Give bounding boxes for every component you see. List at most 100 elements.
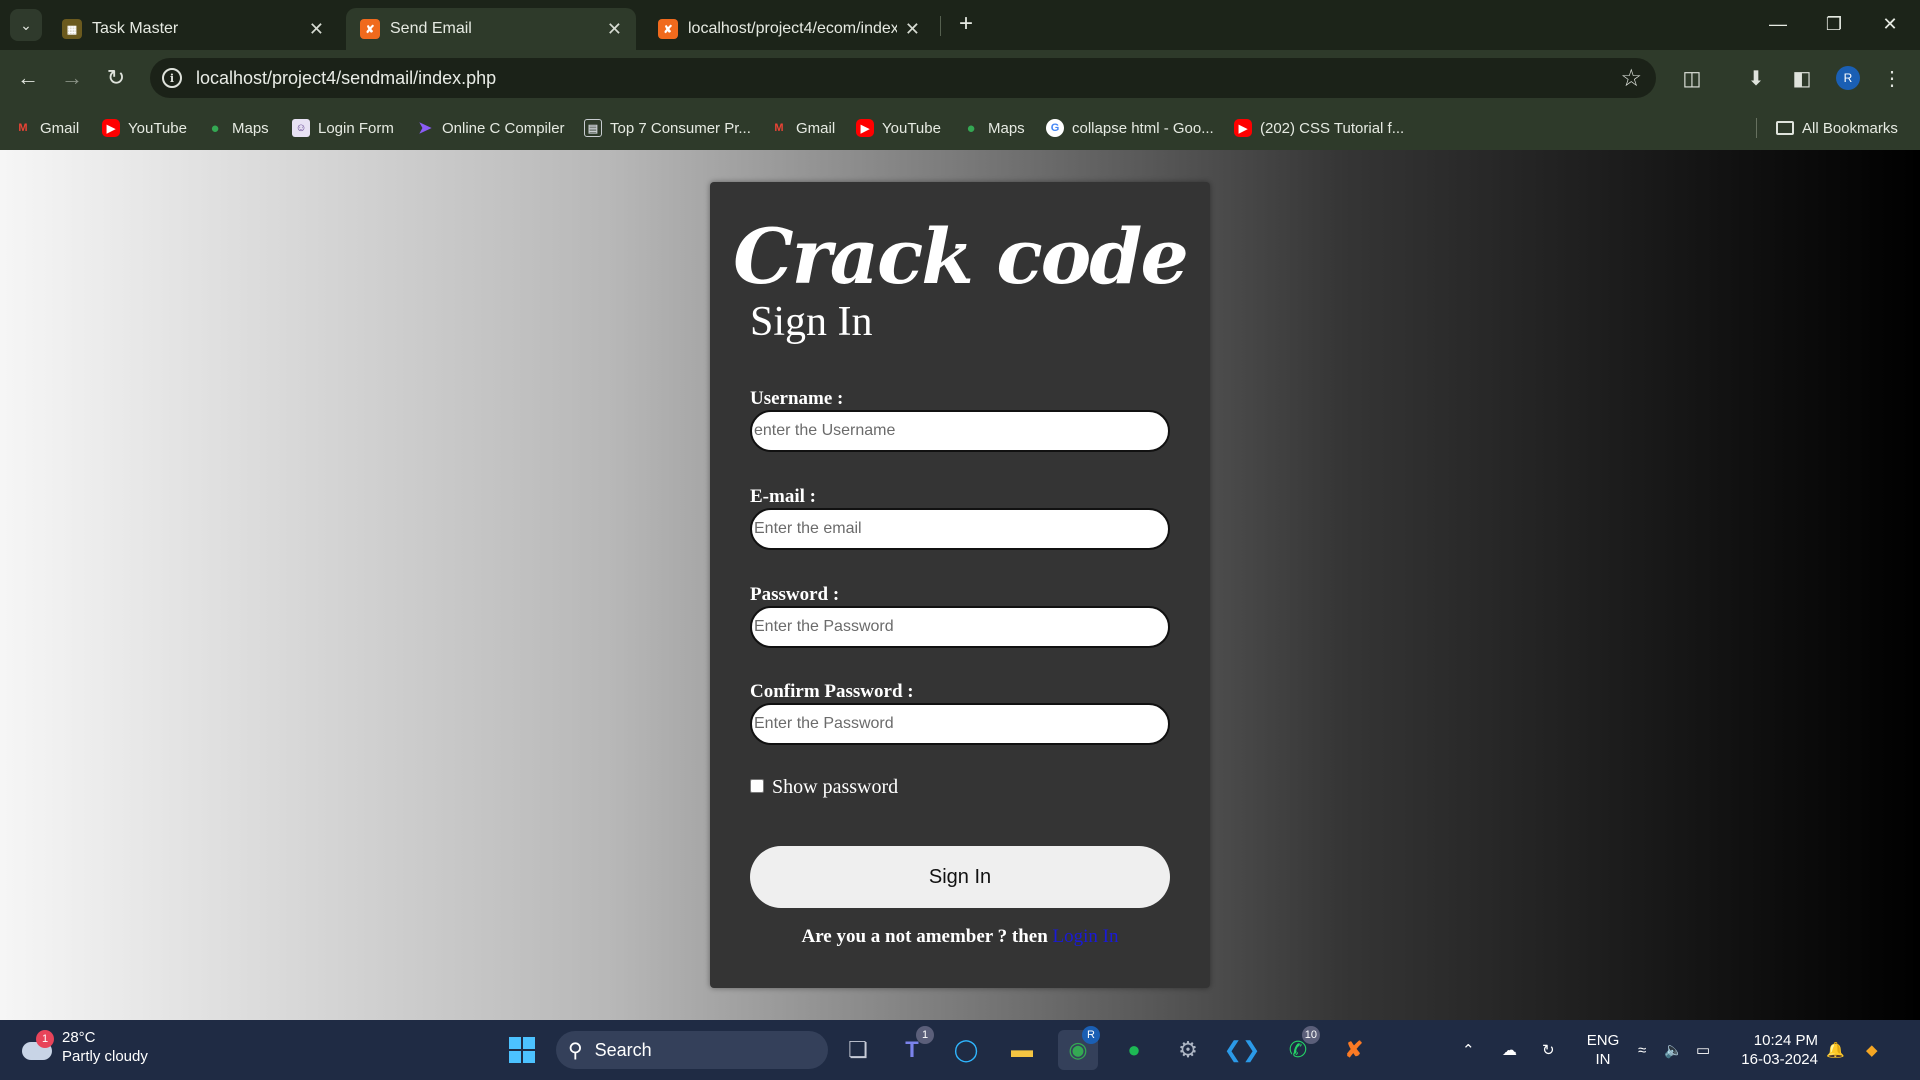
all-bookmarks-button[interactable]: All Bookmarks xyxy=(1776,117,1898,139)
show-password-row[interactable]: Show password xyxy=(750,776,898,799)
edge-app[interactable]: ◯ xyxy=(946,1030,986,1070)
xampp-app[interactable]: ✘ xyxy=(1334,1030,1374,1070)
url-text[interactable]: localhost/project4/sendmail/index.php xyxy=(196,68,496,89)
whatsapp-app[interactable]: ✆ 10 xyxy=(1278,1026,1320,1070)
restore-icon: ❐ xyxy=(1825,13,1843,34)
close-icon[interactable]: ✕ xyxy=(309,19,324,40)
weather-widget[interactable]: 1 28°C Partly cloudy xyxy=(22,1028,148,1066)
weather-condition: Partly cloudy xyxy=(62,1048,148,1065)
maps-icon: ● xyxy=(210,119,220,137)
forward-button[interactable]: → xyxy=(56,62,88,94)
windows-icon xyxy=(509,1037,535,1063)
download-icon[interactable]: ⬇ xyxy=(1740,62,1772,94)
menu-kebab-icon[interactable]: ⋮ xyxy=(1876,62,1908,94)
notification-bell-icon[interactable]: 🔔 xyxy=(1826,1020,1845,1080)
page-title: Sign In xyxy=(750,299,873,345)
language-indicator[interactable]: ENG IN xyxy=(1584,1031,1622,1069)
bookmark-collapse-html[interactable]: Gcollapse html - Goo... xyxy=(1046,117,1214,139)
youtube-icon: ▶ xyxy=(1234,119,1252,137)
bookmark-label: Top 7 Consumer Pr... xyxy=(610,119,751,137)
bookmark-label: YouTube xyxy=(882,119,941,137)
new-tab-button[interactable]: + xyxy=(950,10,982,38)
close-window-button[interactable]: ✕ xyxy=(1862,6,1918,42)
confirm-password-label: Confirm Password : xyxy=(750,681,914,702)
gmail-icon: M xyxy=(774,122,784,134)
tab-send-email[interactable]: ✘ Send Email ✕ xyxy=(346,8,636,50)
edge-icon: ◯ xyxy=(953,1037,979,1062)
bookmark-gmail[interactable]: M Gmail xyxy=(14,117,79,139)
task-view-button[interactable]: ❏ xyxy=(838,1030,878,1070)
bookmark-css-tutorial[interactable]: ▶ (202) CSS Tutorial f... xyxy=(1234,117,1404,139)
page-viewport: Crack code Sign In Username : E-mail : P… xyxy=(0,150,1920,1020)
taskbar-search[interactable]: ⚲ Search xyxy=(556,1031,828,1069)
weather-badge: 1 xyxy=(36,1030,54,1048)
username-input[interactable] xyxy=(750,410,1170,452)
bookmark-label: All Bookmarks xyxy=(1802,119,1898,137)
bookmark-label: (202) CSS Tutorial f... xyxy=(1260,119,1405,137)
teams-app[interactable]: T1 xyxy=(892,1026,934,1070)
back-button[interactable]: ← xyxy=(12,62,44,94)
clock-time: 10:24 PM xyxy=(1753,1032,1818,1049)
address-bar[interactable]: i localhost/project4/sendmail/index.php … xyxy=(150,58,1656,98)
sign-in-button[interactable]: Sign In xyxy=(750,846,1170,908)
xampp-favicon: ✘ xyxy=(360,19,380,39)
bookmark-label: Gmail xyxy=(40,119,80,137)
profile-avatar[interactable]: R xyxy=(1836,66,1860,90)
onedrive-icon[interactable]: ☁ xyxy=(1502,1020,1517,1080)
language-code: ENG xyxy=(1586,1032,1620,1049)
sync-icon[interactable]: ↻ xyxy=(1542,1020,1555,1080)
bookmark-youtube-2[interactable]: ▶ YouTube xyxy=(856,117,941,139)
clock-date: 16-03-2024 xyxy=(1741,1051,1818,1068)
folder-icon xyxy=(1776,121,1794,135)
plus-icon: + xyxy=(958,10,973,37)
tray-overflow-button[interactable]: ⌃ xyxy=(1462,1020,1475,1080)
reload-button[interactable]: ↻ xyxy=(100,62,132,94)
close-icon[interactable]: ✕ xyxy=(905,19,920,40)
bookmark-top-7[interactable]: ▤ Top 7 Consumer Pr... xyxy=(584,117,751,139)
bookmark-maps-2[interactable]: ● Maps xyxy=(962,117,1024,139)
search-icon: ⚲ xyxy=(568,1039,583,1062)
bookmark-online-c-compiler[interactable]: ➤ Online C Compiler xyxy=(416,117,564,139)
bookmark-gmail-2[interactable]: M Gmail xyxy=(770,117,835,139)
extensions-icon[interactable]: ◫ xyxy=(1676,62,1708,94)
wifi-icon[interactable]: ≈ xyxy=(1638,1020,1646,1080)
file-explorer-app[interactable]: ▬ xyxy=(1002,1030,1042,1070)
show-password-checkbox[interactable] xyxy=(750,779,764,793)
password-input[interactable] xyxy=(750,606,1170,648)
bookmark-login-form[interactable]: ☺ Login Form xyxy=(292,117,394,139)
bookmark-youtube[interactable]: ▶ YouTube xyxy=(102,117,187,139)
teams-badge: 1 xyxy=(916,1026,934,1044)
site-info-icon[interactable]: i xyxy=(162,68,182,88)
start-button[interactable] xyxy=(502,1030,542,1070)
login-link[interactable]: Login In xyxy=(1053,926,1119,947)
bookmark-label: Login Form xyxy=(318,119,394,137)
vscode-app[interactable]: ❮❯ xyxy=(1222,1030,1262,1070)
minimize-button[interactable]: — xyxy=(1750,6,1806,42)
tab-search-button[interactable]: ⌄ xyxy=(10,9,42,41)
copilot-icon[interactable]: ◆ xyxy=(1866,1020,1878,1080)
username-label: Username : xyxy=(750,388,844,409)
settings-app[interactable]: ⚙ xyxy=(1168,1030,1208,1070)
password-label: Password : xyxy=(750,584,840,605)
bookmark-maps[interactable]: ● Maps xyxy=(206,117,269,139)
chrome-app[interactable]: ◉ R xyxy=(1058,1026,1100,1070)
bookmark-star-icon[interactable]: ☆ xyxy=(1620,64,1642,93)
tab-task-master[interactable]: ▦ Task Master ✕ xyxy=(48,8,338,50)
tab-ecom[interactable]: ✘ localhost/project4/ecom/index. ✕ xyxy=(644,8,934,50)
show-password-label[interactable]: Show password xyxy=(772,776,898,799)
system-clock[interactable]: 10:24 PM 16-03-2024 xyxy=(1734,1031,1818,1069)
spotify-app[interactable]: ● xyxy=(1114,1030,1154,1070)
region-code: IN xyxy=(1595,1051,1611,1068)
email-input[interactable] xyxy=(750,508,1170,550)
arrow-right-icon: → xyxy=(61,65,83,90)
reload-icon: ↻ xyxy=(106,65,126,90)
volume-icon[interactable]: 🔈 xyxy=(1664,1020,1683,1080)
search-label: Search xyxy=(594,1039,652,1060)
confirm-password-input[interactable] xyxy=(750,703,1170,745)
battery-icon[interactable]: ▭ xyxy=(1696,1020,1710,1080)
restore-button[interactable]: ❐ xyxy=(1806,6,1862,42)
close-icon[interactable]: ✕ xyxy=(607,19,622,40)
side-panel-icon[interactable]: ◧ xyxy=(1786,62,1818,94)
bookmark-label: collapse html - Goo... xyxy=(1072,119,1214,137)
bookmark-label: Maps xyxy=(232,119,269,137)
